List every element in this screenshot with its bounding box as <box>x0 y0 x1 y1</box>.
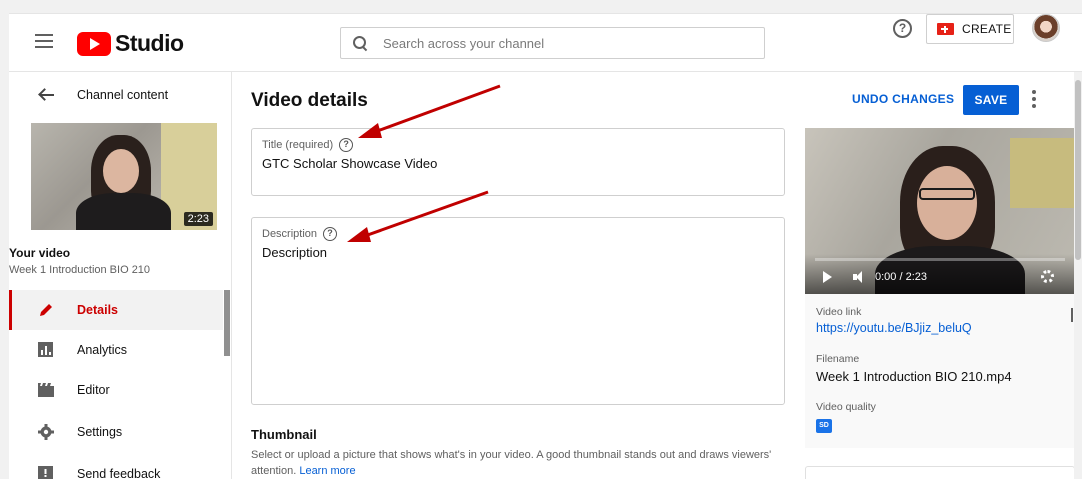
sidebar-item-label: Editor <box>77 383 110 397</box>
title-input-value[interactable]: GTC Scholar Showcase Video <box>262 156 437 171</box>
duration-badge: 2:23 <box>183 212 213 226</box>
pencil-icon <box>40 304 52 316</box>
editor-icon <box>38 383 54 397</box>
video-player[interactable]: 0:00 / 2:23 <box>805 128 1075 294</box>
save-button[interactable]: SAVE <box>963 85 1019 115</box>
gear-icon <box>38 424 54 440</box>
next-section-card <box>805 466 1075 479</box>
avatar[interactable] <box>1032 14 1060 42</box>
menu-icon[interactable] <box>35 34 53 48</box>
sidebar: Channel content 2:23 Your video Week 1 I… <box>9 72 232 479</box>
video-link[interactable]: https://youtu.be/BJjiz_beluQ <box>816 321 972 335</box>
top-header: Studio <box>9 14 1082 72</box>
sidebar-item-settings[interactable]: Settings <box>9 412 223 452</box>
create-button[interactable]: CREATE <box>926 14 1014 44</box>
sidebar-item-editor[interactable]: Editor <box>9 370 223 410</box>
search-input[interactable] <box>383 35 743 51</box>
video-subtitle: Week 1 Introduction BIO 210 <box>9 264 151 276</box>
more-options-icon[interactable] <box>1030 90 1038 110</box>
filename-value: Week 1 Introduction BIO 210.mp4 <box>816 369 1012 384</box>
time-display: 0:00 / 2:23 <box>875 271 927 283</box>
sidebar-scrollbar[interactable] <box>224 290 230 356</box>
learn-more-link[interactable]: Learn more <box>299 465 355 477</box>
search-icon[interactable] <box>353 36 367 50</box>
window-top-strip <box>0 0 1082 14</box>
thumbnail-heading: Thumbnail <box>251 427 317 442</box>
page-title: Video details <box>251 90 368 111</box>
youtube-play-icon <box>77 31 111 56</box>
feedback-icon <box>38 466 53 479</box>
help-icon[interactable]: ? <box>893 19 912 38</box>
your-video-label: Your video <box>9 246 71 260</box>
logo-text: Studio <box>115 30 184 56</box>
help-circle-icon[interactable]: ? <box>323 227 338 241</box>
description-field[interactable]: Description ? Description <box>251 217 785 405</box>
video-preview-card: 0:00 / 2:23 Video link https://youtu.be/… <box>805 128 1075 448</box>
sidebar-item-analytics[interactable]: Analytics <box>9 330 223 370</box>
help-circle-icon[interactable]: ? <box>339 138 354 152</box>
sidebar-item-label: Settings <box>77 425 123 439</box>
volume-icon[interactable] <box>853 270 867 284</box>
sd-quality-badge: SD <box>816 419 832 433</box>
filename-label: Filename <box>816 353 860 365</box>
video-link-label: Video link <box>816 306 862 318</box>
title-field[interactable]: Title (required) ? GTC Scholar Showcase … <box>251 128 785 196</box>
create-label: CREATE <box>962 22 1012 36</box>
play-icon[interactable] <box>823 271 832 283</box>
sidebar-item-details[interactable]: Details <box>9 290 223 330</box>
sidebar-item-feedback[interactable]: Send feedback <box>9 454 223 479</box>
description-field-label: Description <box>262 228 318 240</box>
undo-changes-button[interactable]: UNDO CHANGES <box>852 92 954 106</box>
video-quality-label: Video quality <box>816 401 876 413</box>
analytics-icon <box>38 342 53 357</box>
title-field-label: Title (required) <box>262 139 334 151</box>
progress-bar[interactable] <box>815 258 1065 261</box>
back-arrow-icon <box>40 94 54 96</box>
preview-scroll-indicator[interactable] <box>1071 308 1073 322</box>
back-label: Channel content <box>77 88 169 102</box>
back-to-channel-content[interactable]: Channel content <box>9 72 232 118</box>
create-video-icon <box>937 23 954 35</box>
window-left-strip <box>0 0 9 479</box>
video-thumbnail[interactable]: 2:23 <box>31 123 217 230</box>
description-input-value[interactable]: Description <box>262 245 327 260</box>
settings-gear-icon[interactable] <box>1041 270 1054 283</box>
sidebar-item-label: Send feedback <box>77 467 161 479</box>
search-bar[interactable] <box>340 27 765 59</box>
sidebar-item-label: Details <box>77 303 118 317</box>
studio-logo[interactable]: Studio <box>77 30 184 57</box>
arrow-to-title <box>371 84 501 135</box>
page-scroll-thumb[interactable] <box>1075 80 1081 260</box>
sidebar-item-label: Analytics <box>77 343 128 357</box>
thumbnail-description: Select or upload a picture that shows wh… <box>251 447 791 479</box>
